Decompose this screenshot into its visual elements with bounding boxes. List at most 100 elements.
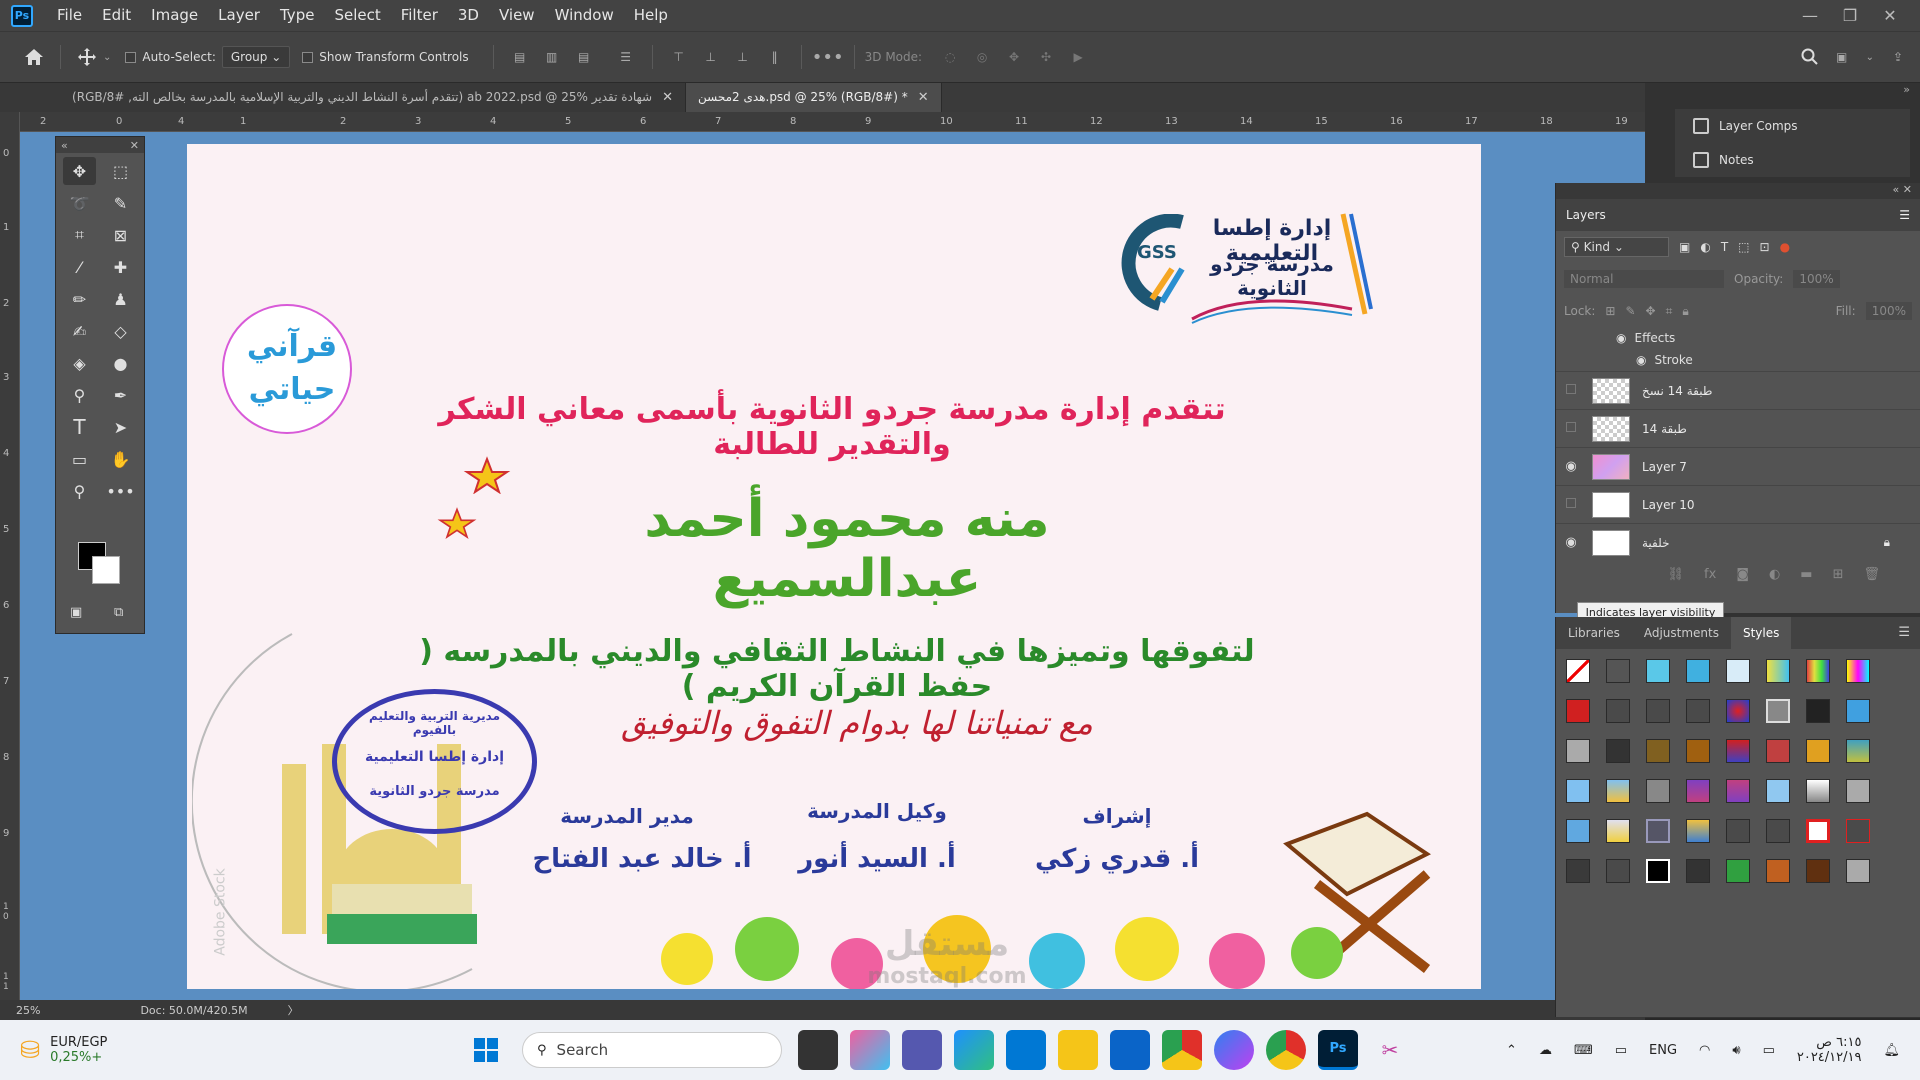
stamp-tool-icon[interactable]: ♟ [100,285,141,313]
path-select-icon[interactable]: ➤ [100,413,141,441]
style-swatch[interactable] [1846,739,1870,763]
notes-item[interactable]: Notes [1675,143,1910,177]
style-swatch[interactable] [1806,819,1830,843]
move-tool-icon[interactable]: ✥ [63,157,96,185]
eye-icon[interactable]: ◉ [1556,535,1586,550]
file-explorer-icon[interactable] [1058,1030,1099,1070]
eye-icon[interactable]: ◉ [1556,459,1586,474]
type-tool-icon[interactable]: T [59,413,100,441]
store-icon[interactable] [1006,1030,1047,1070]
add-mask-icon[interactable]: ◙ [1736,567,1749,582]
style-swatch[interactable] [1806,699,1830,723]
link-layers-icon[interactable]: ⛓ [1668,567,1685,582]
style-swatch[interactable] [1646,819,1670,843]
style-swatch[interactable] [1646,659,1670,683]
outlook-icon[interactable] [1110,1030,1151,1070]
filter-type-icon[interactable]: T [1721,240,1728,254]
style-swatch[interactable] [1726,699,1750,723]
3d-pan-icon[interactable]: ✥ [1002,45,1026,69]
filter-kind-dropdown[interactable]: ⚲ Kind ⌄ [1564,237,1669,257]
style-swatch[interactable] [1686,699,1710,723]
healing-brush-icon[interactable]: ✚ [100,253,141,281]
brush-tool-icon[interactable]: ✏ [59,285,100,313]
style-swatch[interactable] [1726,739,1750,763]
style-swatch[interactable] [1806,779,1830,803]
distribute-vertical-icon[interactable]: ‖ [763,45,787,69]
eye-icon[interactable]: ◉ [1616,331,1626,345]
align-center-icon[interactable]: ▥ [540,45,564,69]
minimize-button[interactable]: — [1790,6,1830,25]
filter-smart-icon[interactable]: ⊡ [1760,240,1770,254]
stroke-effect-row[interactable]: ◉ Stroke [1556,349,1920,371]
workspace-icon[interactable]: ▣ [1830,45,1854,69]
visibility-toggle[interactable] [1556,497,1586,512]
windows-start-icon[interactable] [466,1030,506,1070]
filter-toggle-icon[interactable]: ● [1780,240,1790,254]
chrome-profile-icon[interactable] [1266,1030,1307,1070]
style-swatch[interactable] [1806,739,1830,763]
style-swatch[interactable] [1686,859,1710,883]
style-swatch[interactable] [1726,859,1750,883]
3d-orbit-icon[interactable]: ◌ [938,45,962,69]
eye-icon[interactable]: ◉ [1636,353,1646,367]
restore-button[interactable]: ❐ [1830,6,1870,25]
tab-styles[interactable]: Styles [1730,617,1792,649]
layer-comps-item[interactable]: Layer Comps [1675,109,1910,143]
layer-name[interactable]: طبقة 14 نسخ [1642,384,1712,398]
quick-mask-icon[interactable]: ▣ [70,605,82,620]
menu-layer[interactable]: Layer [208,0,270,31]
panel-menu-icon[interactable]: ☰ [1898,617,1920,649]
menu-edit[interactable]: Edit [92,0,141,31]
menu-window[interactable]: Window [545,0,624,31]
style-swatch[interactable] [1846,819,1870,843]
visibility-toggle[interactable] [1556,383,1586,398]
menu-file[interactable]: File [47,0,92,31]
style-swatch[interactable] [1766,779,1790,803]
style-swatch[interactable] [1606,859,1630,883]
tab-libraries[interactable]: Libraries [1556,617,1632,649]
close-icon[interactable]: ✕ [130,139,139,152]
style-swatch[interactable] [1566,699,1590,723]
style-swatch[interactable] [1686,659,1710,683]
style-swatch[interactable] [1846,859,1870,883]
copilot-icon[interactable] [850,1030,891,1070]
style-swatch[interactable] [1606,659,1630,683]
3d-slide-icon[interactable]: ✣ [1034,45,1058,69]
lock-paint-icon[interactable]: ✎ [1625,304,1635,318]
style-swatch[interactable] [1606,779,1630,803]
chevron-down-icon[interactable]: ⌄ [103,52,111,63]
keyboard-icon[interactable]: ⌨ [1574,1043,1593,1058]
display-icon[interactable]: ▭ [1615,1043,1627,1058]
taskbar-search[interactable]: ⚲ Search [522,1032,783,1068]
blur-tool-icon[interactable]: ● [100,349,141,377]
new-layer-icon[interactable]: ⊞ [1833,567,1844,582]
photoshop-logo-icon[interactable]: Ps [11,4,33,27]
3d-camera-icon[interactable]: ▶ [1066,45,1090,69]
more-options-icon[interactable]: ••• [812,45,844,69]
style-swatch[interactable] [1646,739,1670,763]
auto-select-dropdown[interactable]: Group ⌄ [221,46,291,68]
style-swatch[interactable] [1766,659,1790,683]
menu-view[interactable]: View [489,0,545,31]
style-swatch[interactable] [1846,779,1870,803]
frame-tool-icon[interactable]: ⊠ [100,221,141,249]
distribute-icon[interactable]: ☰ [614,45,638,69]
chevron-down-icon[interactable]: ⌄ [1866,52,1874,63]
style-swatch[interactable] [1606,819,1630,843]
background-color-swatch[interactable] [92,556,120,584]
menu-type[interactable]: Type [270,0,324,31]
close-button[interactable]: ✕ [1870,6,1910,25]
home-icon[interactable] [22,45,46,69]
3d-roll-icon[interactable]: ◎ [970,45,994,69]
clock[interactable]: ٦:١٥ ص ٢٠٢٤/١٢/١٩ [1797,1035,1862,1065]
menu-3d[interactable]: 3D [448,0,489,31]
filter-adjust-icon[interactable]: ◐ [1700,240,1710,254]
network-status-icon[interactable]: ☁ [1539,1043,1552,1058]
screen-mode-icon[interactable]: ⧉ [114,605,123,620]
lock-position-icon[interactable]: ✥ [1646,304,1656,318]
style-swatch[interactable] [1846,699,1870,723]
layer-row[interactable]: طبقة 14 [1556,409,1920,447]
style-swatch[interactable] [1806,659,1830,683]
style-swatch[interactable] [1766,819,1790,843]
style-swatch[interactable] [1606,739,1630,763]
